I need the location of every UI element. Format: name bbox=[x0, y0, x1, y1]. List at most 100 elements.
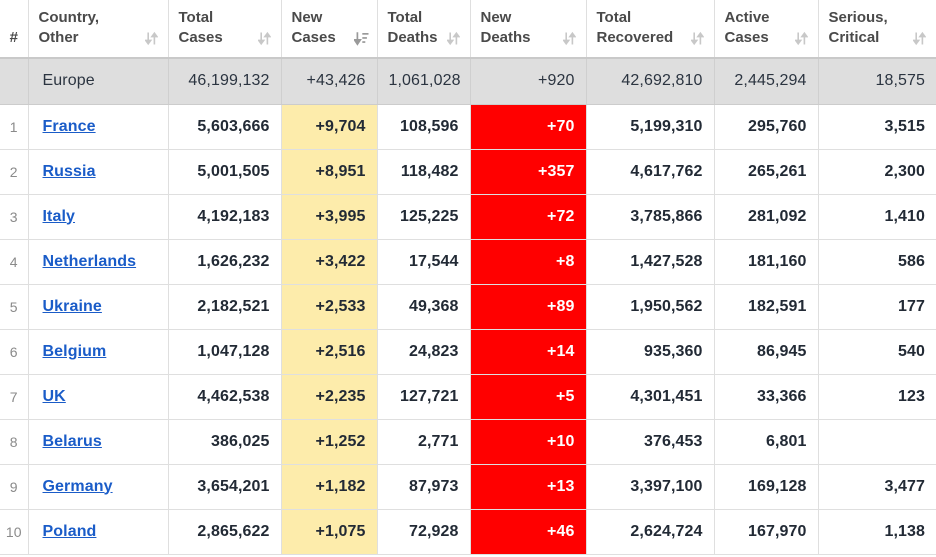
column-header-total-deaths-line1: Total bbox=[387, 9, 423, 27]
row-country[interactable]: Russia bbox=[27, 149, 168, 195]
row-total-deaths: 87,973 bbox=[376, 464, 470, 510]
row-total-cases: 386,025 bbox=[167, 419, 281, 465]
row-new-cases: +1,182 bbox=[280, 464, 377, 510]
row-active-cases: 169,128 bbox=[713, 464, 818, 510]
row-country[interactable]: Poland bbox=[27, 509, 168, 555]
aggregate-total-deaths: 1,061,028 bbox=[376, 57, 470, 105]
sort-both-icon[interactable] bbox=[446, 31, 460, 46]
row-total-recovered: 376,453 bbox=[585, 419, 714, 465]
row-total-recovered: 3,397,100 bbox=[585, 464, 714, 510]
sort-both-icon[interactable] bbox=[257, 31, 271, 46]
row-new-cases: +1,075 bbox=[280, 509, 377, 555]
row-new-deaths: +70 bbox=[469, 104, 586, 150]
row-rank: 6 bbox=[0, 329, 28, 375]
column-header-total-deaths[interactable]: Total Deaths bbox=[376, 0, 470, 59]
country-link[interactable]: Belgium bbox=[43, 343, 107, 360]
country-link[interactable]: Italy bbox=[43, 208, 76, 225]
country-link[interactable]: France bbox=[43, 118, 96, 135]
sort-both-icon[interactable] bbox=[562, 31, 576, 46]
table-row: 10 Poland 2,865,622 +1,075 72,928 +46 2,… bbox=[0, 509, 936, 555]
row-total-deaths: 49,368 bbox=[376, 284, 470, 330]
table-row: 2 Russia 5,001,505 +8,951 118,482 +357 4… bbox=[0, 149, 936, 195]
row-rank: 3 bbox=[0, 194, 28, 240]
row-new-deaths: +13 bbox=[469, 464, 586, 510]
column-header-rank[interactable]: # bbox=[0, 0, 28, 59]
row-total-cases: 1,047,128 bbox=[167, 329, 281, 375]
row-country[interactable]: UK bbox=[27, 374, 168, 420]
sort-both-icon[interactable] bbox=[794, 31, 808, 46]
column-header-new-deaths-line1: New bbox=[480, 9, 512, 27]
row-new-deaths: +8 bbox=[469, 239, 586, 285]
row-new-cases: +3,995 bbox=[280, 194, 377, 240]
sort-desc-active-icon[interactable] bbox=[353, 31, 368, 46]
row-country[interactable]: Netherlands bbox=[27, 239, 168, 285]
row-total-recovered: 1,427,528 bbox=[585, 239, 714, 285]
country-link[interactable]: UK bbox=[43, 388, 66, 405]
column-header-active-cases-line1: Active bbox=[724, 9, 770, 27]
row-new-deaths: +14 bbox=[469, 329, 586, 375]
row-total-cases: 5,001,505 bbox=[167, 149, 281, 195]
row-new-cases: +8,951 bbox=[280, 149, 377, 195]
sort-both-icon[interactable] bbox=[913, 31, 926, 46]
row-serious-critical: 3,515 bbox=[817, 104, 936, 150]
row-country[interactable]: Belarus bbox=[27, 419, 168, 465]
row-serious-critical: 3,477 bbox=[817, 464, 936, 510]
row-country[interactable]: France bbox=[27, 104, 168, 150]
row-new-deaths: +72 bbox=[469, 194, 586, 240]
table-row: 8 Belarus 386,025 +1,252 2,771 +10 376,4… bbox=[0, 419, 936, 465]
row-country[interactable]: Italy bbox=[27, 194, 168, 240]
row-active-cases: 167,970 bbox=[713, 509, 818, 555]
aggregate-active-cases: 2,445,294 bbox=[713, 57, 818, 105]
row-country[interactable]: Ukraine bbox=[27, 284, 168, 330]
aggregate-serious-critical: 18,575 bbox=[817, 57, 936, 105]
column-header-serious-critical[interactable]: Serious, Critical bbox=[817, 0, 936, 59]
row-serious-critical: 586 bbox=[817, 239, 936, 285]
column-header-country-line2: Other bbox=[38, 29, 79, 47]
sort-both-icon[interactable] bbox=[144, 31, 158, 46]
table-header-row: # Country, Other Total Cases New Cases T… bbox=[0, 0, 936, 59]
row-active-cases: 33,366 bbox=[713, 374, 818, 420]
row-new-cases: +2,516 bbox=[280, 329, 377, 375]
country-link[interactable]: Ukraine bbox=[43, 298, 102, 315]
table-row: 3 Italy 4,192,183 +3,995 125,225 +72 3,7… bbox=[0, 194, 936, 240]
country-link[interactable]: Russia bbox=[43, 163, 96, 180]
table-row: 5 Ukraine 2,182,521 +2,533 49,368 +89 1,… bbox=[0, 284, 936, 330]
covid-statistics-table: # Country, Other Total Cases New Cases T… bbox=[0, 0, 936, 555]
row-serious-critical: 123 bbox=[817, 374, 936, 420]
row-total-cases: 1,626,232 bbox=[167, 239, 281, 285]
row-country[interactable]: Belgium bbox=[27, 329, 168, 375]
column-header-country-line1: Country, bbox=[38, 9, 100, 27]
column-header-new-cases-line1: New bbox=[291, 9, 323, 27]
column-header-new-deaths[interactable]: New Deaths bbox=[469, 0, 586, 59]
table-body: Europe 46,199,132 +43,426 1,061,028 +920… bbox=[0, 57, 936, 555]
row-country[interactable]: Germany bbox=[27, 464, 168, 510]
column-header-rank-line1: # bbox=[9, 29, 18, 47]
row-total-recovered: 935,360 bbox=[585, 329, 714, 375]
row-total-deaths: 72,928 bbox=[376, 509, 470, 555]
country-link[interactable]: Poland bbox=[43, 523, 97, 540]
column-header-new-deaths-line2: Deaths bbox=[480, 29, 531, 47]
aggregate-total-recovered: 42,692,810 bbox=[585, 57, 714, 105]
row-new-cases: +2,235 bbox=[280, 374, 377, 420]
row-serious-critical bbox=[817, 419, 936, 465]
aggregate-new-cases: +43,426 bbox=[280, 57, 377, 105]
column-header-active-cases[interactable]: Active Cases bbox=[713, 0, 818, 59]
row-rank: 10 bbox=[0, 509, 28, 555]
sort-both-icon[interactable] bbox=[690, 31, 704, 46]
country-link[interactable]: Belarus bbox=[43, 433, 102, 450]
column-header-total-cases[interactable]: Total Cases bbox=[167, 0, 281, 59]
row-rank: 7 bbox=[0, 374, 28, 420]
column-header-new-cases-line2: Cases bbox=[291, 29, 336, 47]
country-link[interactable]: Netherlands bbox=[43, 253, 137, 270]
country-link[interactable]: Germany bbox=[43, 478, 113, 495]
row-total-deaths: 24,823 bbox=[376, 329, 470, 375]
aggregate-total-cases: 46,199,132 bbox=[167, 57, 281, 105]
column-header-new-cases[interactable]: New Cases bbox=[280, 0, 377, 59]
column-header-serious-critical-line2: Critical bbox=[828, 29, 880, 47]
column-header-total-recovered[interactable]: Total Recovered bbox=[585, 0, 714, 59]
row-active-cases: 295,760 bbox=[713, 104, 818, 150]
table-row: 7 UK 4,462,538 +2,235 127,721 +5 4,301,4… bbox=[0, 374, 936, 420]
table-row: 1 France 5,603,666 +9,704 108,596 +70 5,… bbox=[0, 104, 936, 150]
column-header-country[interactable]: Country, Other bbox=[27, 0, 168, 59]
row-total-cases: 4,192,183 bbox=[167, 194, 281, 240]
